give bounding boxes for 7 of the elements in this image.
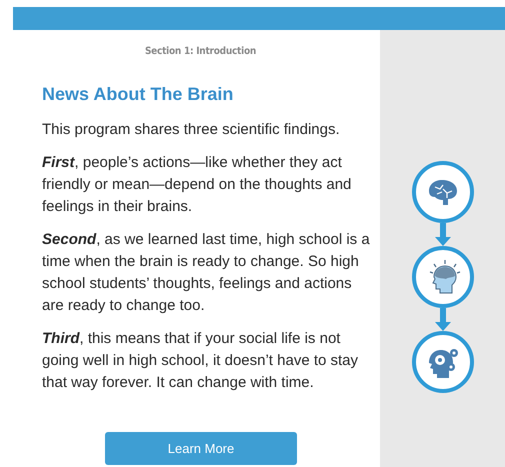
paragraph: First, people’s actions—like whether they act friendly or mean—depend on the thoughts and feelings in their brains. — [42, 153, 352, 217]
paragraph: This program shares three scientific findings. — [42, 120, 341, 140]
paragraph: Second, as we learned last time, high school is a time when the brain is ready to change. So high school students’ thoughts, feelings and actions are ready to change too. — [42, 230, 370, 316]
section-label: Section 1: Introduction — [144, 45, 256, 59]
paragraph: Third, this means that if your social life is not going well in high school, it doesn’t have to stay that way forever. It can change with time. — [42, 329, 360, 393]
learn-more-button[interactable]: Learn More — [105, 432, 297, 465]
heading: News About The Brain — [42, 83, 234, 105]
